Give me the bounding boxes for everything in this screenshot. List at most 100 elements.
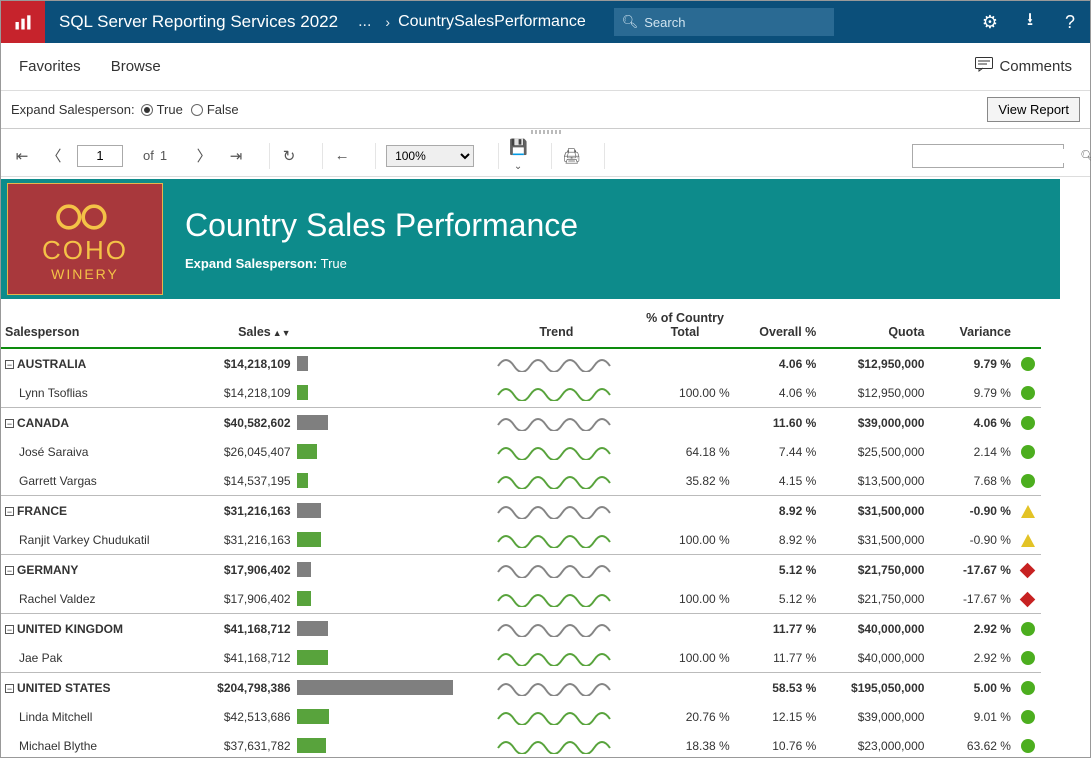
indicator-cell [1015,555,1041,585]
view-report-button[interactable]: View Report [987,97,1080,122]
radio-true[interactable]: True [141,102,183,117]
tab-browse[interactable]: Browse [111,58,161,75]
pct-cell: 100.00 % [636,643,733,673]
save-button[interactable]: 💾 ⌄ [509,138,527,173]
salesperson-cell: Ranjit Varkey Chudukatil [1,525,207,555]
print-button[interactable]: 🖨︎ [562,147,580,165]
back-button[interactable]: ← [333,147,351,164]
country-cell[interactable]: −AUSTRALIA [1,348,207,378]
breadcrumb-ellipsis[interactable]: ... [352,13,377,31]
question-icon: ? [1065,12,1075,32]
trend-cell [476,731,636,757]
zoom-select[interactable]: 100% [386,145,474,167]
overall-cell: 11.77 % [734,614,821,644]
bar-cell [295,584,477,614]
bar-cell [295,731,477,757]
country-cell[interactable]: −CANADA [1,408,207,438]
pct-cell [636,348,733,378]
salesperson-cell: Linda Mitchell [1,702,207,731]
coho-winery-logo: COHO WINERY [7,183,163,295]
collapse-toggle[interactable]: − [5,684,14,693]
comments-button[interactable]: Comments [975,57,1072,76]
overall-cell: 5.12 % [734,584,821,614]
indicator-cell [1015,525,1041,555]
report-viewport[interactable]: COHO WINERY Country Sales Performance Ex… [1,179,1080,757]
indicator-good-icon [1021,386,1035,400]
country-cell[interactable]: −GERMANY [1,555,207,585]
of-label: of [143,148,154,163]
collapse-toggle[interactable]: − [5,625,14,634]
sales-cell: $14,218,109 [207,348,295,378]
collapse-toggle[interactable]: − [5,566,14,575]
page-total: 1 [160,148,167,163]
overall-cell: 4.06 % [734,348,821,378]
last-page-button[interactable]: ⇥ [227,147,245,165]
table-row-salesperson: Ranjit Varkey Chudukatil$31,216,163100.0… [1,525,1041,555]
collapse-toggle[interactable]: − [5,360,14,369]
variance-cell: 4.06 % [928,408,1015,438]
search-icon: 🔍︎ [622,14,639,30]
search-input[interactable]: 🔍︎ Search [614,8,834,36]
report-title: Country Sales Performance [185,207,578,244]
country-cell[interactable]: −FRANCE [1,496,207,526]
salesperson-cell: Jae Pak [1,643,207,673]
download-button[interactable]: ⭳ [1010,7,1050,37]
col-pct-country[interactable]: % of Country Total [636,305,733,348]
col-quota[interactable]: Quota [820,305,928,348]
collapse-toggle[interactable]: − [5,507,14,516]
breadcrumb-report[interactable]: CountrySalesPerformance [398,13,586,31]
col-indicator [1015,305,1041,348]
pct-cell: 100.00 % [636,378,733,408]
country-cell[interactable]: −UNITED KINGDOM [1,614,207,644]
parameter-bar: Expand Salesperson: True False View Repo… [1,91,1090,129]
indicator-good-icon [1021,357,1035,371]
variance-cell: 63.62 % [928,731,1015,757]
settings-button[interactable]: ⚙ [970,12,1010,33]
find-input[interactable] [913,149,1076,163]
page-number-input[interactable] [77,145,123,167]
quota-cell: $39,000,000 [820,702,928,731]
report-param-text: Expand Salesperson: True [185,256,578,271]
indicator-cell [1015,496,1041,526]
col-overall[interactable]: Overall % [734,305,821,348]
country-cell[interactable]: −UNITED STATES [1,673,207,703]
next-page-button[interactable]: 〉 [195,145,213,166]
variance-cell: -17.67 % [928,555,1015,585]
col-sales[interactable]: Sales▲▼ [207,305,295,348]
col-variance[interactable]: Variance [928,305,1015,348]
trend-cell [476,466,636,496]
variance-cell: -17.67 % [928,584,1015,614]
indicator-cell [1015,408,1041,438]
prev-page-button[interactable]: 〈 [45,145,63,166]
quota-cell: $25,500,000 [820,437,928,466]
indicator-bad-icon [1020,592,1036,608]
indicator-cell [1015,614,1041,644]
ssrs-logo-icon [1,1,45,43]
app-title[interactable]: SQL Server Reporting Services 2022 [45,12,352,32]
indicator-good-icon [1021,651,1035,665]
variance-cell: -0.90 % [928,496,1015,526]
col-trend[interactable]: Trend [476,305,636,348]
salesperson-cell: Rachel Valdez [1,584,207,614]
indicator-cell [1015,348,1041,378]
col-salesperson[interactable]: Salesperson [1,305,207,348]
collapse-toggle[interactable]: − [5,419,14,428]
app-header: SQL Server Reporting Services 2022 ... ›… [1,1,1090,43]
find-icon[interactable]: 🔍︎ [1076,149,1091,163]
indicator-cell [1015,437,1041,466]
sales-cell: $31,216,163 [207,525,295,555]
logo-text-1: COHO [42,235,128,266]
salesperson-cell: Garrett Vargas [1,466,207,496]
pct-cell: 64.18 % [636,437,733,466]
quota-cell: $12,950,000 [820,348,928,378]
help-button[interactable]: ? [1050,12,1090,33]
radio-false[interactable]: False [191,102,239,117]
chevron-right-icon: › [377,14,398,30]
table-row-country: −FRANCE$31,216,1638.92 %$31,500,000-0.90… [1,496,1041,526]
first-page-button[interactable]: ⇤ [13,147,31,165]
indicator-cell [1015,378,1041,408]
table-row-salesperson: Linda Mitchell$42,513,68620.76 %12.15 %$… [1,702,1041,731]
refresh-button[interactable]: ↻ [280,147,298,165]
tab-favorites[interactable]: Favorites [19,58,81,75]
indicator-warn-icon [1021,534,1035,547]
